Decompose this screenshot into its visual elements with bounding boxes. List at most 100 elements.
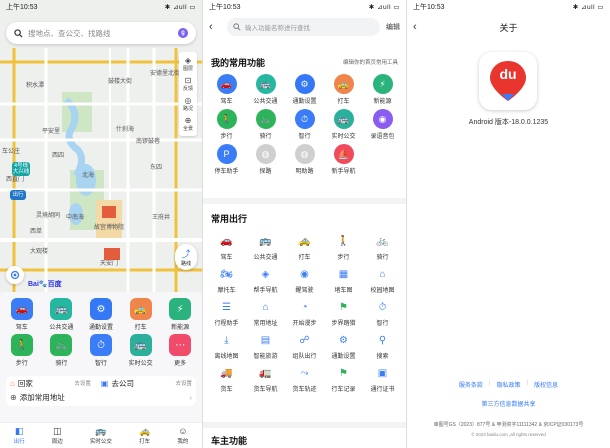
function-label: 离线地图 bbox=[214, 354, 239, 360]
map-label[interactable]: 安德里北街 bbox=[150, 68, 180, 77]
shortcut-new-energy[interactable]: ⚡ 新能源 bbox=[160, 298, 200, 331]
map-tool-feedback[interactable]: ⊡ 反馈 bbox=[183, 76, 193, 92]
my-function-beginner-nav[interactable]: ⛵ 新手导航 bbox=[324, 144, 363, 175]
common-function-driving-record[interactable]: ⚑ 行车记录 bbox=[324, 364, 363, 394]
map-label[interactable]: 鼓楼大街 bbox=[108, 76, 132, 85]
shortcut-taxi[interactable]: 🚕 打车 bbox=[121, 298, 161, 331]
map-label[interactable]: 西单 bbox=[30, 226, 42, 235]
map-label[interactable]: 东四 bbox=[150, 162, 162, 171]
map-search-bar[interactable]: 搜地点、查公交、找路线 g bbox=[6, 22, 196, 44]
copyright-link[interactable]: 版权信息 bbox=[534, 380, 558, 389]
my-function-parking[interactable]: P 停车助手 bbox=[207, 144, 246, 175]
travel-pin[interactable]: 出行 bbox=[10, 190, 26, 200]
common-function-trip-helper[interactable]: ☰ 行程助手 bbox=[207, 298, 246, 328]
shortcut-bike[interactable]: 🚲 骑行 bbox=[42, 334, 82, 367]
common-function-helper-nav[interactable]: ◈ 帮手导航 bbox=[246, 265, 285, 295]
map-tool-traffic[interactable]: ◎ 路况 bbox=[183, 96, 193, 112]
map-label[interactable]: 西四 bbox=[52, 150, 64, 159]
common-function-smart-tour[interactable]: ▤ 智能旅游 bbox=[246, 331, 285, 361]
map-tool-panorama[interactable]: ⊕ 全景 bbox=[183, 116, 193, 132]
common-function-search[interactable]: ⚲ 搜索 bbox=[363, 331, 402, 361]
tab-taxi[interactable]: 🚕 打车 bbox=[139, 426, 150, 445]
common-function-campus-map[interactable]: ⌂ 校园地图 bbox=[363, 265, 402, 295]
common-function-common-address[interactable]: ⌂ 常用地址 bbox=[246, 298, 285, 328]
common-function-smart-travel[interactable]: ⏱ 智行 bbox=[363, 298, 402, 328]
terms-link[interactable]: 服务条款 bbox=[459, 380, 483, 389]
common-function-stroll[interactable]: ◔ 开始漫步 bbox=[285, 298, 324, 328]
shortcut-realtime-bus[interactable]: 🚌 实时公交 bbox=[121, 334, 161, 367]
common-function-walk[interactable]: 🚶 步行 bbox=[324, 232, 363, 262]
map-label[interactable]: 平安里 bbox=[42, 126, 60, 135]
common-function-pass-cert[interactable]: ▣ 通行证书 bbox=[363, 364, 402, 394]
map-view[interactable]: 搜地点、查公交、找路线 g ◈ 图层 ⊡ 反馈 ◎ 路况 ⊕ 全景 积水潭 鼓楼大街 安德里… bbox=[0, 0, 202, 292]
common-function-truck-track[interactable]: ⤳ 货车轨迹 bbox=[285, 364, 324, 394]
common-function-offline-map[interactable]: ⤓ 离线地图 bbox=[207, 331, 246, 361]
shortcut-walk[interactable]: 🚶 步行 bbox=[2, 334, 42, 367]
map-label[interactable]: 中南海 bbox=[66, 212, 84, 221]
map-label[interactable]: 灵境胡同 bbox=[36, 210, 60, 219]
common-function-traffic-map[interactable]: ▦ 堵车图 bbox=[324, 265, 363, 295]
my-function-bike[interactable]: 🚲 骑行 bbox=[246, 109, 285, 140]
shortcut-commute-settings[interactable]: ⚙ 通勤设置 bbox=[81, 298, 121, 331]
map-label[interactable]: 南锣鼓巷 bbox=[136, 136, 160, 145]
home-setting[interactable]: 去设置 bbox=[74, 379, 91, 387]
my-function-walk[interactable]: 🚶 步行 bbox=[207, 109, 246, 140]
locate-button[interactable] bbox=[6, 266, 24, 284]
privacy-link[interactable]: 隐私政策 bbox=[496, 380, 520, 389]
common-function-motorcycle[interactable]: 🏍 摩托车 bbox=[207, 265, 246, 295]
my-function-new-energy[interactable]: ⚡ 新能源 bbox=[363, 74, 402, 105]
map-label[interactable]: 大观楼 bbox=[30, 246, 48, 255]
tab-nearby[interactable]: ◫ 周边 bbox=[52, 426, 63, 445]
home-label[interactable]: 回家 bbox=[18, 378, 33, 389]
tab-profile[interactable]: ☺ 我的 bbox=[177, 426, 188, 445]
back-arrow-icon[interactable]: ‹ bbox=[209, 21, 221, 33]
common-function-footprint[interactable]: ⚑ 步界踏猎 bbox=[324, 298, 363, 328]
map-label[interactable]: 车公庄 bbox=[2, 146, 20, 155]
stroll-icon: ◔ bbox=[301, 301, 308, 313]
work-setting[interactable]: 去设置 bbox=[175, 379, 192, 387]
my-function-car[interactable]: 🚗 驾车 bbox=[207, 74, 246, 105]
subway-line-pin[interactable]: 4号线 大兴线 bbox=[12, 162, 30, 176]
common-function-truck[interactable]: 🚚 货车 bbox=[207, 364, 246, 394]
common-travel-title: 常用出行 bbox=[211, 214, 248, 224]
map-label[interactable]: 天安门 bbox=[100, 258, 118, 267]
my-function-smart-travel[interactable]: ⏱ 智行 bbox=[285, 109, 324, 140]
map-label[interactable]: 王府井 bbox=[152, 212, 170, 221]
tab-bus[interactable]: 🚌 实时公交 bbox=[90, 426, 112, 445]
common-function-car[interactable]: 🚗 驾车 bbox=[207, 232, 246, 262]
voice-assistant-icon[interactable]: g bbox=[178, 28, 188, 38]
common-function-commute-settings[interactable]: ⚙ 通勤设置 bbox=[324, 331, 363, 361]
my-functions-subtitle[interactable]: 编辑你的首页常用工具 bbox=[343, 58, 398, 66]
work-label[interactable]: 去公司 bbox=[111, 378, 134, 389]
function-search-input[interactable]: 输入功能名称进行查找 bbox=[227, 18, 380, 36]
add-address-row[interactable]: ⊕ 添加常用地址 › bbox=[6, 390, 196, 404]
map-label[interactable]: 什刹海 bbox=[116, 124, 134, 133]
tab-travel[interactable]: ◧ 出行 bbox=[14, 426, 25, 445]
my-function-realtime-bus[interactable]: 🚌 实时公交 bbox=[324, 109, 363, 140]
common-function-truck-nav[interactable]: 🚛 货车导航 bbox=[246, 364, 285, 394]
map-label[interactable]: 故宫博物院 bbox=[94, 222, 124, 231]
common-function-taxi[interactable]: 🚕 打车 bbox=[285, 232, 324, 262]
edit-button[interactable]: 编辑 bbox=[386, 22, 400, 32]
shortcut-more[interactable]: ⋯ 更多 bbox=[160, 334, 200, 367]
shortcut-car[interactable]: 🚗 驾车 bbox=[2, 298, 42, 331]
common-function-team-travel[interactable]: ☍ 组队出行 bbox=[285, 331, 324, 361]
car-icon: 🚗 bbox=[216, 74, 237, 94]
common-function-bike[interactable]: 🚲 骑行 bbox=[363, 232, 402, 262]
shortcut-bus[interactable]: 🚌 公共交通 bbox=[42, 298, 82, 331]
common-function-driving-alert[interactable]: ◉ 醒驾驶 bbox=[285, 265, 324, 295]
my-function-commute-settings[interactable]: ⚙ 通勤设置 bbox=[285, 74, 324, 105]
route-button[interactable]: ⤴ 路线 bbox=[175, 244, 197, 270]
map-label[interactable]: 积水潭 bbox=[26, 80, 44, 89]
my-function-bus[interactable]: 🚌 公共交通 bbox=[246, 74, 285, 105]
my-function-voice-pack[interactable]: ◉ 录语音包 bbox=[363, 109, 402, 140]
back-arrow-icon[interactable]: ‹ bbox=[413, 21, 425, 33]
my-function-guide[interactable]: ◍ 明助路 bbox=[285, 144, 324, 175]
map-tool-layers[interactable]: ◈ 图层 bbox=[183, 56, 193, 72]
third-party-link[interactable]: 第三方信息数据共享 bbox=[407, 399, 610, 408]
my-function-taxi[interactable]: 🚕 打车 bbox=[324, 74, 363, 105]
shortcut-smart-travel[interactable]: ⏱ 智行 bbox=[81, 334, 121, 367]
map-label[interactable]: 北海 bbox=[82, 170, 94, 179]
common-function-bus[interactable]: 🚌 公共交通 bbox=[246, 232, 285, 262]
my-function-explore[interactable]: ◍ 探路 bbox=[246, 144, 285, 175]
